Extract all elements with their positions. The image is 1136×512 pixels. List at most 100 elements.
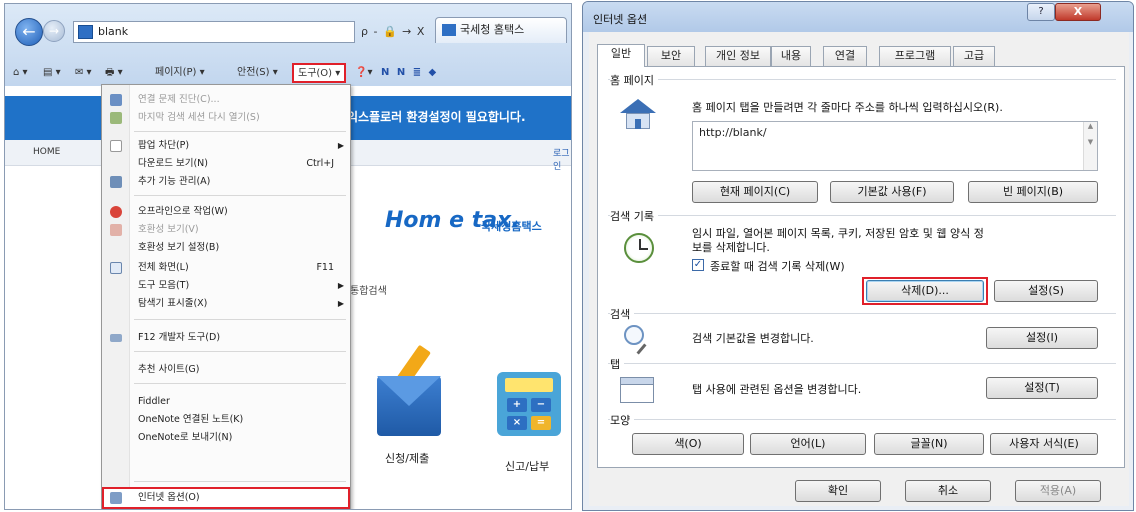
url-scrollbar[interactable]: ▲ ▼ xyxy=(1083,122,1097,170)
search-settings-button[interactable]: 설정(I) xyxy=(986,327,1098,349)
delete-on-exit-label[interactable]: 종료할 때 검색 기록 삭제(W) xyxy=(710,258,845,274)
tab-favicon-icon xyxy=(442,24,456,36)
menu-item-diagnose[interactable]: 연결 문제 진단(C)... xyxy=(102,91,350,109)
devtools-icon xyxy=(110,334,122,342)
calculator-icon[interactable]: + − × = xyxy=(497,372,561,436)
address-bar[interactable]: blank xyxy=(73,21,355,43)
addons-icon xyxy=(110,176,122,188)
help-button[interactable]: ? xyxy=(1027,3,1055,21)
menu-item-explorer-bars[interactable]: 탐색기 표시줄(X) ▶ xyxy=(102,295,350,313)
home-page-url-textarea[interactable]: http://blank/ ▲ ▼ xyxy=(692,121,1098,171)
ie-browser-window: ← → blank ρ - 🔒 → X 국세청 홈택스 ⌂ ▾ ▤ ▾ ✉ ▾ … xyxy=(4,3,572,510)
menu-item-reopen-session[interactable]: 마지막 검색 세션 다시 열기(S) xyxy=(102,109,350,127)
help-icon[interactable]: ❓▾ xyxy=(355,60,372,86)
appearance-section-title: 모양 xyxy=(610,412,635,428)
home-page-url-value: http://blank/ xyxy=(699,126,767,139)
menu-item-compat-view[interactable]: 호환성 보기(V) xyxy=(102,221,350,239)
history-description-line2: 보를 삭제합니다. xyxy=(692,241,770,254)
print-icon[interactable]: 🖶 ▾ xyxy=(105,60,123,86)
menu-item-view-downloads[interactable]: 다운로드 보기(N) Ctrl+J xyxy=(102,155,350,173)
page-menu-button[interactable]: 페이지(P) ▾ xyxy=(155,60,205,86)
tab-connections[interactable]: 연결 xyxy=(823,46,867,66)
menu-item-send-to-onenote[interactable]: OneNote로 보내기(N) xyxy=(102,429,350,447)
menu-item-manage-addons[interactable]: 추가 기능 관리(A) xyxy=(102,173,350,191)
ok-button[interactable]: 확인 xyxy=(795,480,881,502)
back-button[interactable]: ← xyxy=(15,18,43,46)
delete-on-exit-checkbox[interactable]: ✓ xyxy=(692,259,704,271)
tabs-description: 탭 사용에 관련된 옵션을 변경합니다. xyxy=(692,383,862,396)
envelope-icon[interactable] xyxy=(377,376,441,436)
fonts-button[interactable]: 글꼴(N) xyxy=(874,433,984,455)
address-value: blank xyxy=(98,25,129,38)
tab-security[interactable]: 보안 xyxy=(647,46,695,66)
history-settings-button[interactable]: 설정(S) xyxy=(994,280,1098,302)
menu-item-work-offline[interactable]: 오프라인으로 작업(W) xyxy=(102,203,350,221)
menu-item-f12-devtools[interactable]: F12 개발자 도구(D) xyxy=(102,329,350,347)
tile-report-pay-label[interactable]: 신고/납부 xyxy=(505,458,549,474)
menu-item-compat-settings[interactable]: 호환성 보기 설정(B) xyxy=(102,239,350,257)
dialog-titlebar[interactable]: 인터넷 옵션 ? X xyxy=(583,2,1133,32)
apply-button[interactable]: 적용(A) xyxy=(1015,480,1101,502)
tabs-settings-button[interactable]: 설정(T) xyxy=(986,377,1098,399)
home-page-section-title: 홈 페이지 xyxy=(610,72,658,88)
menu-item-popup-blocker[interactable]: 팝업 차단(P) ▶ xyxy=(102,137,350,155)
menu-item-toolbars[interactable]: 도구 모음(T) ▶ xyxy=(102,277,350,295)
menu-item-internet-options[interactable]: 인터넷 옵션(O) xyxy=(102,487,350,509)
tab-programs[interactable]: 프로그램 xyxy=(879,46,951,66)
offline-icon xyxy=(110,206,122,218)
notice-banner-text: 익스플로러 환경설정이 필요합니다. xyxy=(347,110,526,124)
tools-menu-button[interactable]: 도구(O) ▾ xyxy=(292,63,347,83)
menu-item-suggested-sites[interactable]: 추천 사이트(G) xyxy=(102,361,350,379)
popup-icon xyxy=(110,140,122,152)
tab-label: 국세청 홈택스 xyxy=(460,23,525,36)
tab-privacy[interactable]: 개인 정보 xyxy=(705,46,771,66)
tab-general[interactable]: 일반 xyxy=(597,44,645,67)
accessibility-button[interactable]: 사용자 서식(E) xyxy=(990,433,1098,455)
history-section-title: 검색 기록 xyxy=(610,208,658,224)
tab-content[interactable]: 내용 xyxy=(771,46,811,66)
dialog-title: 인터넷 옵션 xyxy=(593,13,648,26)
command-bar: ⌂ ▾ ▤ ▾ ✉ ▾ 🖶 ▾ 페이지(P) ▾ 안전(S) ▾ 도구(O) ▾… xyxy=(5,60,571,86)
internet-options-icon xyxy=(110,492,122,504)
use-default-button[interactable]: 기본값 사용(F) xyxy=(830,181,954,203)
diagnose-icon xyxy=(110,94,122,106)
search-description: 검색 기본값을 변경합니다. xyxy=(692,332,814,345)
address-bar-tools[interactable]: ρ - 🔒 → X xyxy=(361,21,433,43)
use-current-button[interactable]: 현재 페이지(C) xyxy=(692,181,818,203)
forward-button[interactable]: → xyxy=(43,20,65,42)
tabs-section-title: 탭 xyxy=(610,356,625,372)
menu-item-onenote-linked[interactable]: OneNote 연결된 노트(K) xyxy=(102,411,350,429)
home-link[interactable]: HOME xyxy=(33,147,60,157)
tools-dropdown-menu: 연결 문제 진단(C)... 마지막 검색 세션 다시 열기(S) 팝업 차단(… xyxy=(101,84,351,509)
tabs-window-icon xyxy=(620,377,654,403)
delete-history-button[interactable]: 삭제(D)... xyxy=(866,280,984,302)
home-page-description: 홈 페이지 탭을 만들려면 각 줄마다 주소를 하나씩 입력하십시오(R). xyxy=(692,101,1003,114)
cancel-button[interactable]: 취소 xyxy=(905,480,991,502)
addon-icons[interactable]: N N ≣ ◆ xyxy=(381,60,438,86)
menu-item-fullscreen[interactable]: 전체 화면(L) F11 xyxy=(102,259,350,277)
feeds-icon[interactable]: ▤ ▾ xyxy=(43,60,61,86)
home-icon[interactable]: ⌂ ▾ xyxy=(13,60,28,86)
colors-button[interactable]: 색(O) xyxy=(632,433,744,455)
integrated-search-label[interactable]: 통합검색 xyxy=(350,282,387,297)
languages-button[interactable]: 언어(L) xyxy=(750,433,866,455)
general-tab-panel: 홈 페이지 홈 페이지 탭을 만들려면 각 줄마다 주소를 하나씩 입력하십시오… xyxy=(597,66,1125,468)
internet-options-dialog: 인터넷 옵션 ? X 일반 보안 개인 정보 내용 연결 프로그램 고급 홈 페… xyxy=(582,1,1134,511)
page-favicon-icon xyxy=(78,25,93,39)
close-button[interactable]: X xyxy=(1055,3,1101,21)
hometax-logo-subtitle: 국세청홈택스 xyxy=(481,220,542,233)
history-clock-icon xyxy=(624,233,654,263)
safety-menu-button[interactable]: 안전(S) ▾ xyxy=(237,60,278,86)
browser-tab[interactable]: 국세청 홈택스 xyxy=(435,17,567,43)
login-link[interactable]: 로그인 xyxy=(553,146,571,172)
use-blank-button[interactable]: 빈 페이지(B) xyxy=(968,181,1098,203)
tile-apply-submit-label[interactable]: 신청/제출 xyxy=(385,450,429,466)
search-section-title: 검색 xyxy=(610,306,635,322)
dialog-body: 일반 보안 개인 정보 내용 연결 프로그램 고급 홈 페이지 홈 페이지 탭을… xyxy=(589,32,1129,506)
mail-icon[interactable]: ✉ ▾ xyxy=(75,60,92,86)
ie-toolbar-area: ← → blank ρ - 🔒 → X 국세청 홈택스 ⌂ ▾ ▤ ▾ ✉ ▾ … xyxy=(5,4,571,86)
tab-advanced[interactable]: 고급 xyxy=(953,46,995,66)
fullscreen-icon xyxy=(110,262,122,274)
menu-item-fiddler[interactable]: Fiddler xyxy=(102,393,350,411)
reopen-icon xyxy=(110,112,122,124)
